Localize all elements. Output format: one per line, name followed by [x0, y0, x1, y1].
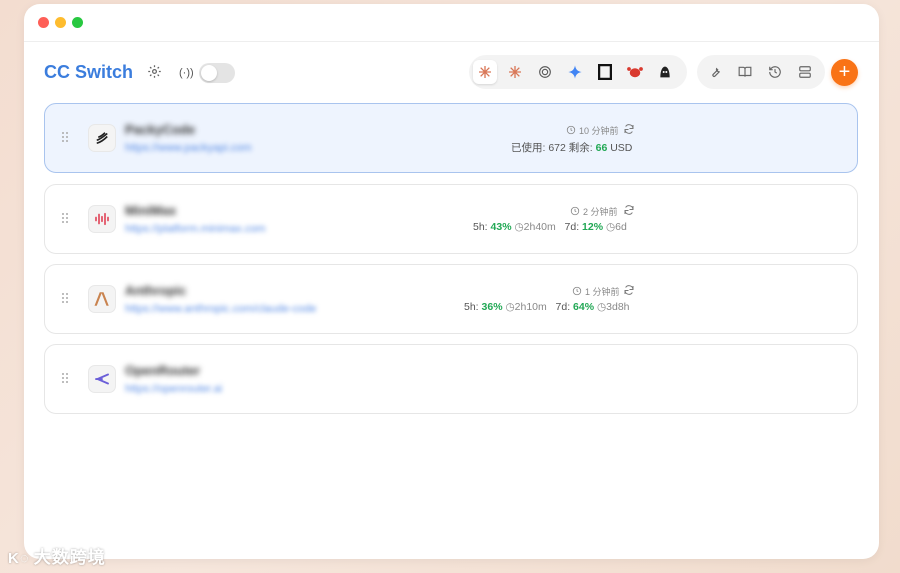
app-window: CC Switch (·)) + PackyCode https://www.p…	[24, 4, 879, 559]
d7-reset: 3d8h	[606, 301, 630, 313]
h5-reset: 2h40m	[523, 221, 556, 233]
wrench-icon[interactable]	[706, 63, 724, 81]
packy-icon	[88, 124, 116, 152]
h5-percent: 36%	[481, 301, 503, 313]
server-icon[interactable]	[796, 63, 814, 81]
toolbar	[697, 55, 825, 89]
provider-name: PackyCode	[125, 122, 196, 137]
h5-label: 5h:	[473, 221, 488, 233]
usage-remaining: 66	[595, 142, 608, 154]
claude-desktop-icon[interactable]	[503, 60, 527, 84]
provider-card[interactable]: Anthropic https://www.anthropic.com/clau…	[44, 264, 858, 334]
d7-label: 7d:	[564, 221, 580, 233]
h5-reset: 2h10m	[514, 301, 547, 313]
provider-card[interactable]: MiniMax https://platform.minimax.com 2 分…	[44, 184, 858, 254]
provider-name: MiniMax	[125, 203, 177, 218]
last-updated-text: 2 分钟前	[583, 207, 618, 217]
d7-reset: 6d	[615, 221, 627, 233]
zoom-window-button[interactable]	[72, 17, 83, 28]
clock-icon: ◷	[605, 221, 616, 233]
broadcast-icon: (·))	[179, 67, 194, 79]
provider-name: OpenRouter	[125, 363, 201, 378]
d7-label: 7d:	[555, 301, 571, 313]
watermark: K◌ 大数跨境	[8, 543, 106, 568]
refresh-icon[interactable]	[623, 283, 637, 297]
book-icon[interactable]	[736, 63, 754, 81]
d7-percent: 64%	[573, 301, 595, 313]
proxy-control: (·))	[179, 62, 239, 88]
history-icon[interactable]	[766, 63, 784, 81]
add-provider-button[interactable]: +	[831, 59, 858, 86]
gemini-icon[interactable]	[563, 60, 587, 84]
drag-handle-icon[interactable]	[62, 373, 70, 385]
provider-url[interactable]: https://www.anthropic.com/claude-code	[125, 303, 316, 315]
drag-handle-icon[interactable]	[62, 293, 70, 305]
usage-summary: 5h: 43% ◷2h40m 7d: 12% ◷6d	[473, 221, 627, 233]
provider-url[interactable]: https://www.packyapi.com	[125, 142, 252, 154]
watermark-text: 大数跨境	[33, 548, 106, 567]
watermark-logo-icon: K◌	[8, 550, 30, 567]
anthropic-icon	[88, 285, 116, 313]
h5-label: 5h:	[464, 301, 479, 313]
clock-icon	[570, 206, 580, 218]
clock-icon: ◷	[505, 301, 515, 313]
clock-icon: ◷	[596, 301, 607, 313]
provider-url[interactable]: https://platform.minimax.com	[125, 223, 266, 235]
last-updated-text: 1 分钟前	[585, 287, 620, 297]
drag-handle-icon[interactable]	[62, 132, 70, 144]
usage-summary: 已使用: 672 剩余: 66 USD	[511, 140, 632, 155]
h5-percent: 43%	[490, 221, 512, 233]
opencode-icon[interactable]	[593, 60, 617, 84]
last-updated: 2 分钟前	[570, 205, 618, 218]
proxy-toggle[interactable]	[199, 63, 235, 83]
minimize-window-button[interactable]	[55, 17, 66, 28]
last-updated: 1 分钟前	[572, 285, 620, 298]
last-updated: 10 分钟前	[566, 124, 619, 137]
toggle-knob	[201, 65, 217, 81]
title-bar	[24, 4, 879, 42]
d7-percent: 12%	[582, 221, 604, 233]
clock-icon	[572, 286, 582, 298]
agent-icon[interactable]	[653, 60, 677, 84]
openai-icon[interactable]	[533, 60, 557, 84]
openrouter-icon	[88, 365, 116, 393]
usage-prefix: 已使用: 672 剩余:	[511, 142, 596, 154]
settings-gear-icon[interactable]	[146, 64, 162, 80]
refresh-icon[interactable]	[623, 122, 637, 136]
claude-code-icon[interactable]	[473, 60, 497, 84]
usage-summary: 5h: 36% ◷2h10m 7d: 64% ◷3d8h	[464, 301, 630, 313]
clock-icon: ◷	[514, 221, 524, 233]
minimax-icon	[88, 205, 116, 233]
refresh-icon[interactable]	[623, 203, 637, 217]
provider-card[interactable]: OpenRouter https://openrouter.ai	[44, 344, 858, 414]
app-switcher	[469, 55, 687, 89]
provider-url[interactable]: https://openrouter.ai	[125, 383, 222, 395]
app-title: CC Switch	[44, 62, 134, 82]
close-window-button[interactable]	[38, 17, 49, 28]
provider-card[interactable]: PackyCode https://www.packyapi.com 10 分钟…	[44, 103, 858, 173]
crab-icon[interactable]	[623, 60, 647, 84]
provider-name: Anthropic	[125, 283, 187, 298]
drag-handle-icon[interactable]	[62, 213, 70, 225]
clock-icon	[566, 125, 576, 137]
usage-unit: USD	[607, 142, 633, 154]
last-updated-text: 10 分钟前	[579, 126, 619, 136]
